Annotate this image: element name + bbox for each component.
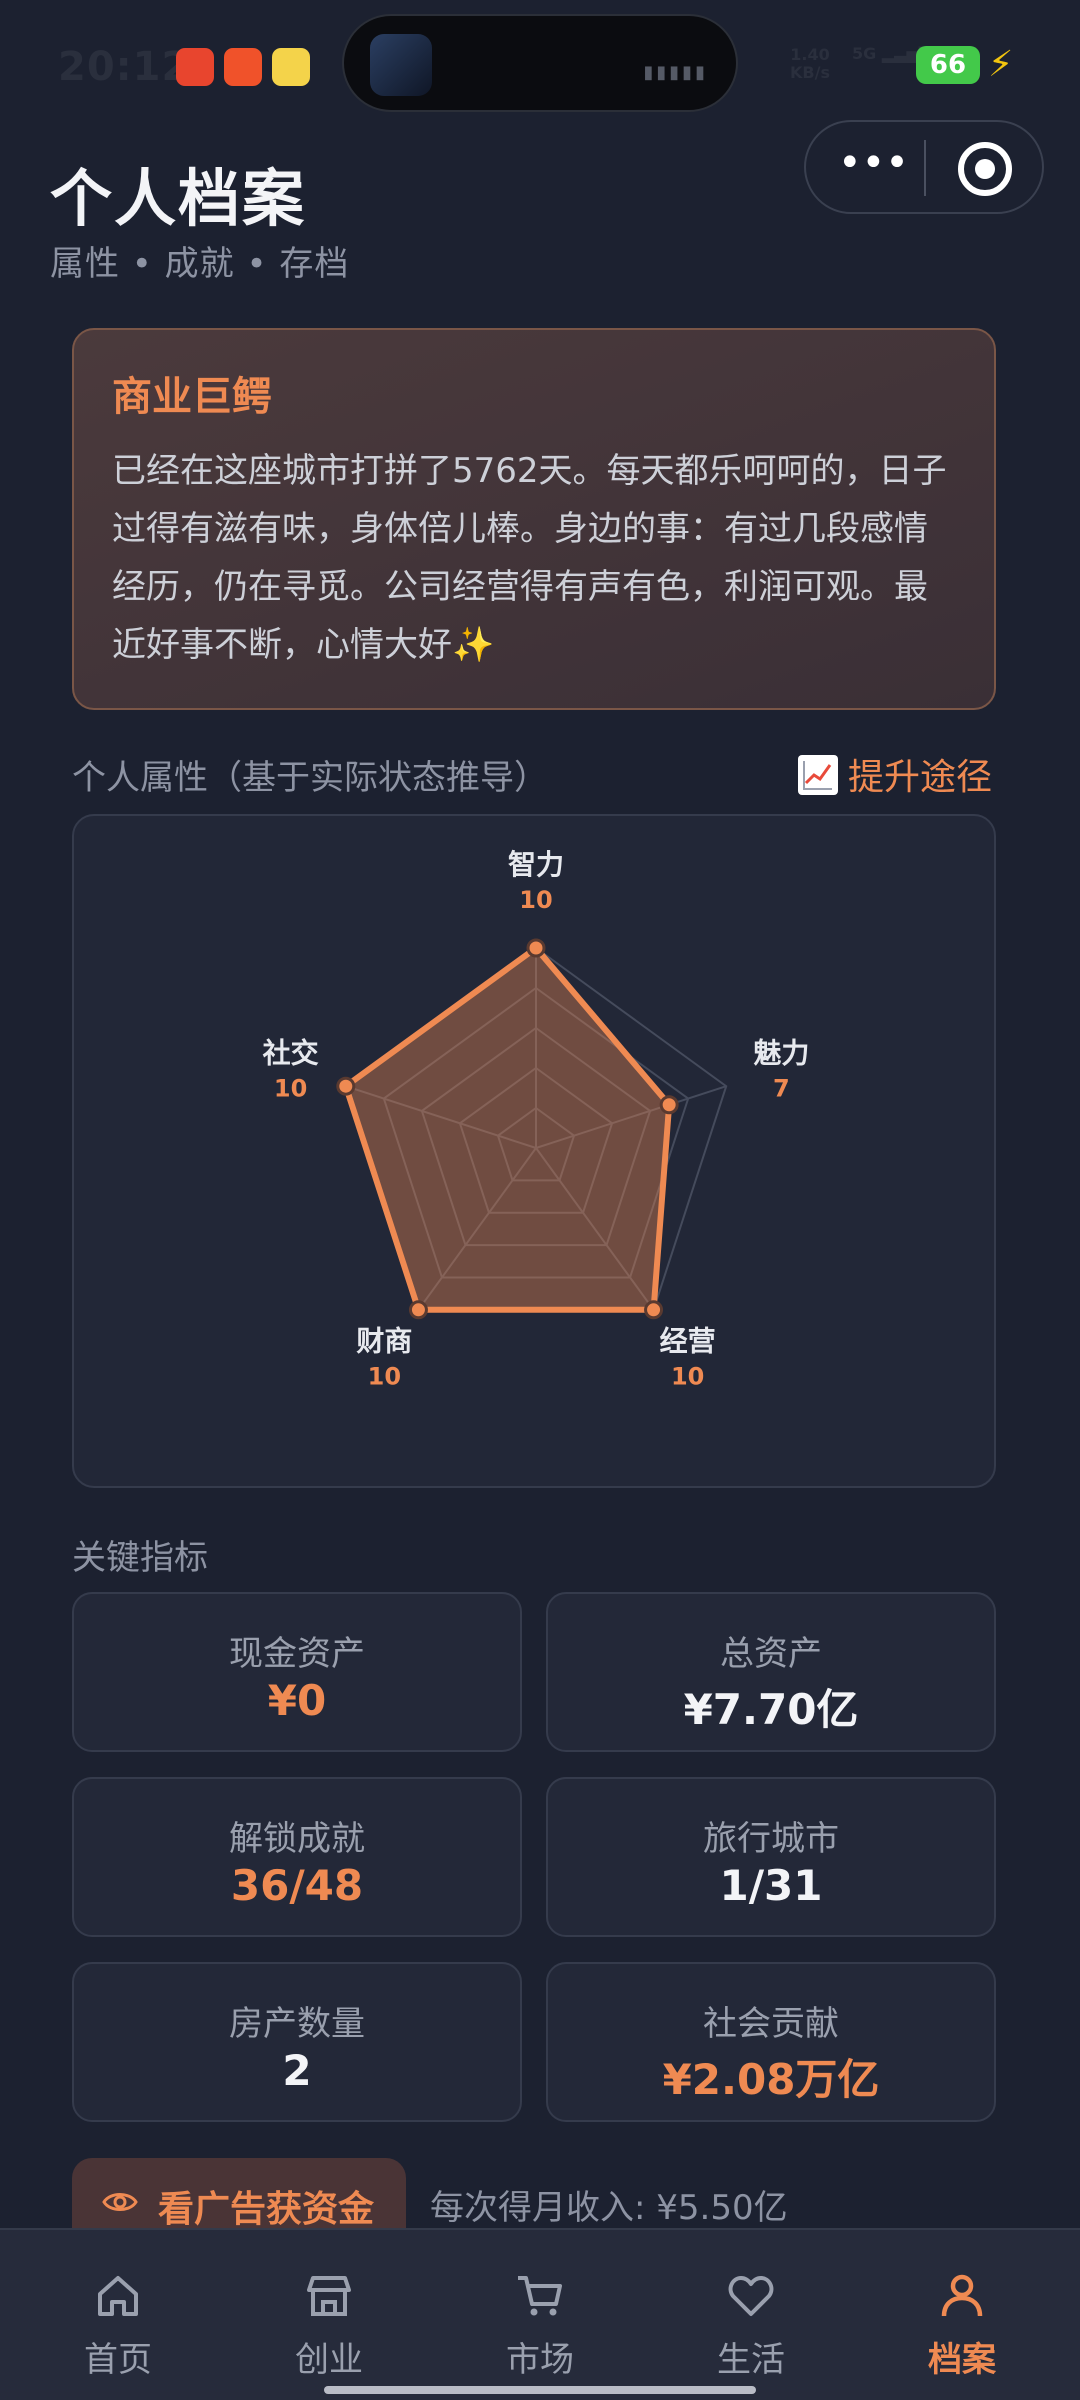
page-subtitle: 属性 • 成就 • 存档 (50, 244, 350, 284)
status-time: 20:12 (58, 44, 191, 90)
capsule-divider (924, 140, 926, 196)
radar-axis-label: 财商 (356, 1325, 412, 1358)
metric-value: 2 (282, 2046, 312, 2095)
radar-value-label: 10 (274, 1074, 307, 1102)
metric-value: ¥2.08万亿 (662, 2055, 880, 2104)
audio-wave-icon: ▮▮▮▮▮ (643, 62, 708, 83)
miniprogram-capsule: ••• (804, 120, 1044, 214)
tab-life-label: 生活 (717, 2340, 785, 2380)
character-summary-card: 商业巨鳄 已经在这座城市打拼了5762天。每天都乐呵呵的，日子过得有滋有味，身体… (72, 328, 996, 710)
metric-card: 房产数量 2 (72, 1962, 522, 2122)
radar-data-point (336, 1076, 356, 1096)
net-speed-unit: KB/s (790, 63, 830, 82)
metric-value: ¥0 (267, 1676, 327, 1725)
net-speed: 1.40 KB/s (790, 46, 830, 82)
metric-label: 社会贡献 (703, 2004, 839, 2044)
tab-profile-label: 档案 (928, 2340, 996, 2380)
home-indicator[interactable] (324, 2386, 756, 2394)
metric-value: 1/31 (719, 1861, 823, 1910)
metric-label: 现金资产 (229, 1634, 365, 1674)
radar-value-label: 7 (773, 1074, 790, 1102)
metrics-section-label: 关键指标 (72, 1538, 208, 1578)
charging-icon: ⚡ (988, 44, 1014, 85)
radar-axis-label: 智力 (508, 848, 564, 881)
page-title: 个人档案 (50, 162, 307, 235)
attribute-radar-card: 智力 10 魅力 7 经营 10 财商 10 社交 10 (72, 814, 996, 1488)
dynamic-island[interactable]: ▮▮▮▮▮ (342, 14, 738, 112)
boost-path-link[interactable]: 提升途径 (798, 748, 992, 800)
store-icon (307, 2276, 351, 2316)
radar-data-point (526, 938, 546, 958)
metric-value: ¥7.70亿 (683, 1685, 859, 1734)
person-icon (941, 2274, 983, 2317)
more-icon[interactable]: ••• (838, 143, 909, 188)
app-notification-icon (176, 48, 214, 86)
bottom-tab-bar: 首页 创业 市场 生活 档案 (0, 2228, 1080, 2400)
status-bar: 20:12 ▮▮▮▮▮ 1.40 KB/s 5G ▂▃▅▇ 66 ⚡ (0, 0, 1080, 130)
metric-label: 旅行城市 (703, 1819, 839, 1859)
profile-page: 20:12 ▮▮▮▮▮ 1.40 KB/s 5G ▂▃▅▇ 66 ⚡ ••• 个… (0, 0, 1080, 2400)
character-description: 已经在这座城市打拼了5762天。每天都乐呵呵的，日子过得有滋有味，身体倍儿棒。身… (112, 451, 947, 665)
metric-card: 总资产 ¥7.70亿 (546, 1592, 996, 1752)
chart-increasing-icon (798, 755, 838, 795)
ad-reward-note: 每次得月收入: ¥5.50亿 (430, 2188, 788, 2228)
attribute-radar-chart: 智力 10 魅力 7 经营 10 财商 10 社交 10 (263, 848, 810, 1391)
tab-profile[interactable]: 档案 (854, 2230, 1070, 2400)
tab-startup-label: 创业 (295, 2340, 363, 2380)
metric-card: 社会贡献 ¥2.08万亿 (546, 1962, 996, 2122)
tab-home-label: 首页 (84, 2340, 152, 2380)
home-icon (98, 2276, 138, 2316)
net-speed-value: 1.40 (790, 45, 830, 64)
media-thumbnail-icon (370, 34, 432, 96)
metric-label: 房产数量 (229, 2004, 365, 2044)
tab-home[interactable]: 首页 (10, 2230, 226, 2400)
cart-icon (518, 2276, 562, 2316)
app-notification-icon (272, 48, 310, 86)
metric-card: 解锁成就 36/48 (72, 1777, 522, 1937)
radar-data-point (644, 1300, 664, 1320)
metric-label: 解锁成就 (229, 1819, 365, 1859)
boost-path-label: 提升途径 (848, 757, 993, 798)
tab-startup[interactable]: 创业 (221, 2230, 437, 2400)
tab-market[interactable]: 市场 (432, 2230, 648, 2400)
radar-data-point (408, 1300, 428, 1320)
radar-value-label: 10 (671, 1363, 704, 1391)
battery-icon: 66 (916, 46, 980, 84)
radar-axis-label: 社交 (263, 1036, 319, 1069)
metric-card: 现金资产 ¥0 (72, 1592, 522, 1752)
eye-icon (102, 2193, 138, 2211)
attributes-section-label: 个人属性（基于实际状态推导） (72, 758, 548, 798)
watch-ad-label: 看广告获资金 (158, 2189, 375, 2230)
metric-value: 36/48 (230, 1861, 364, 1910)
metric-label: 总资产 (720, 1634, 822, 1674)
radar-data-area (342, 945, 673, 1313)
radar-axis-label: 经营 (660, 1325, 716, 1358)
metric-card: 旅行城市 1/31 (546, 1777, 996, 1937)
app-notification-icon (224, 48, 262, 86)
radar-value-label: 10 (519, 886, 552, 914)
character-title: 商业巨鳄 (112, 374, 272, 420)
radar-value-label: 10 (368, 1363, 401, 1391)
radar-data-point (659, 1095, 679, 1115)
tab-life[interactable]: 生活 (643, 2230, 859, 2400)
tab-market-label: 市场 (506, 2340, 574, 2380)
network-type: 5G (852, 44, 877, 63)
close-target-icon[interactable] (958, 142, 1012, 196)
heart-icon (728, 2276, 774, 2316)
radar-axis-label: 魅力 (753, 1036, 809, 1069)
